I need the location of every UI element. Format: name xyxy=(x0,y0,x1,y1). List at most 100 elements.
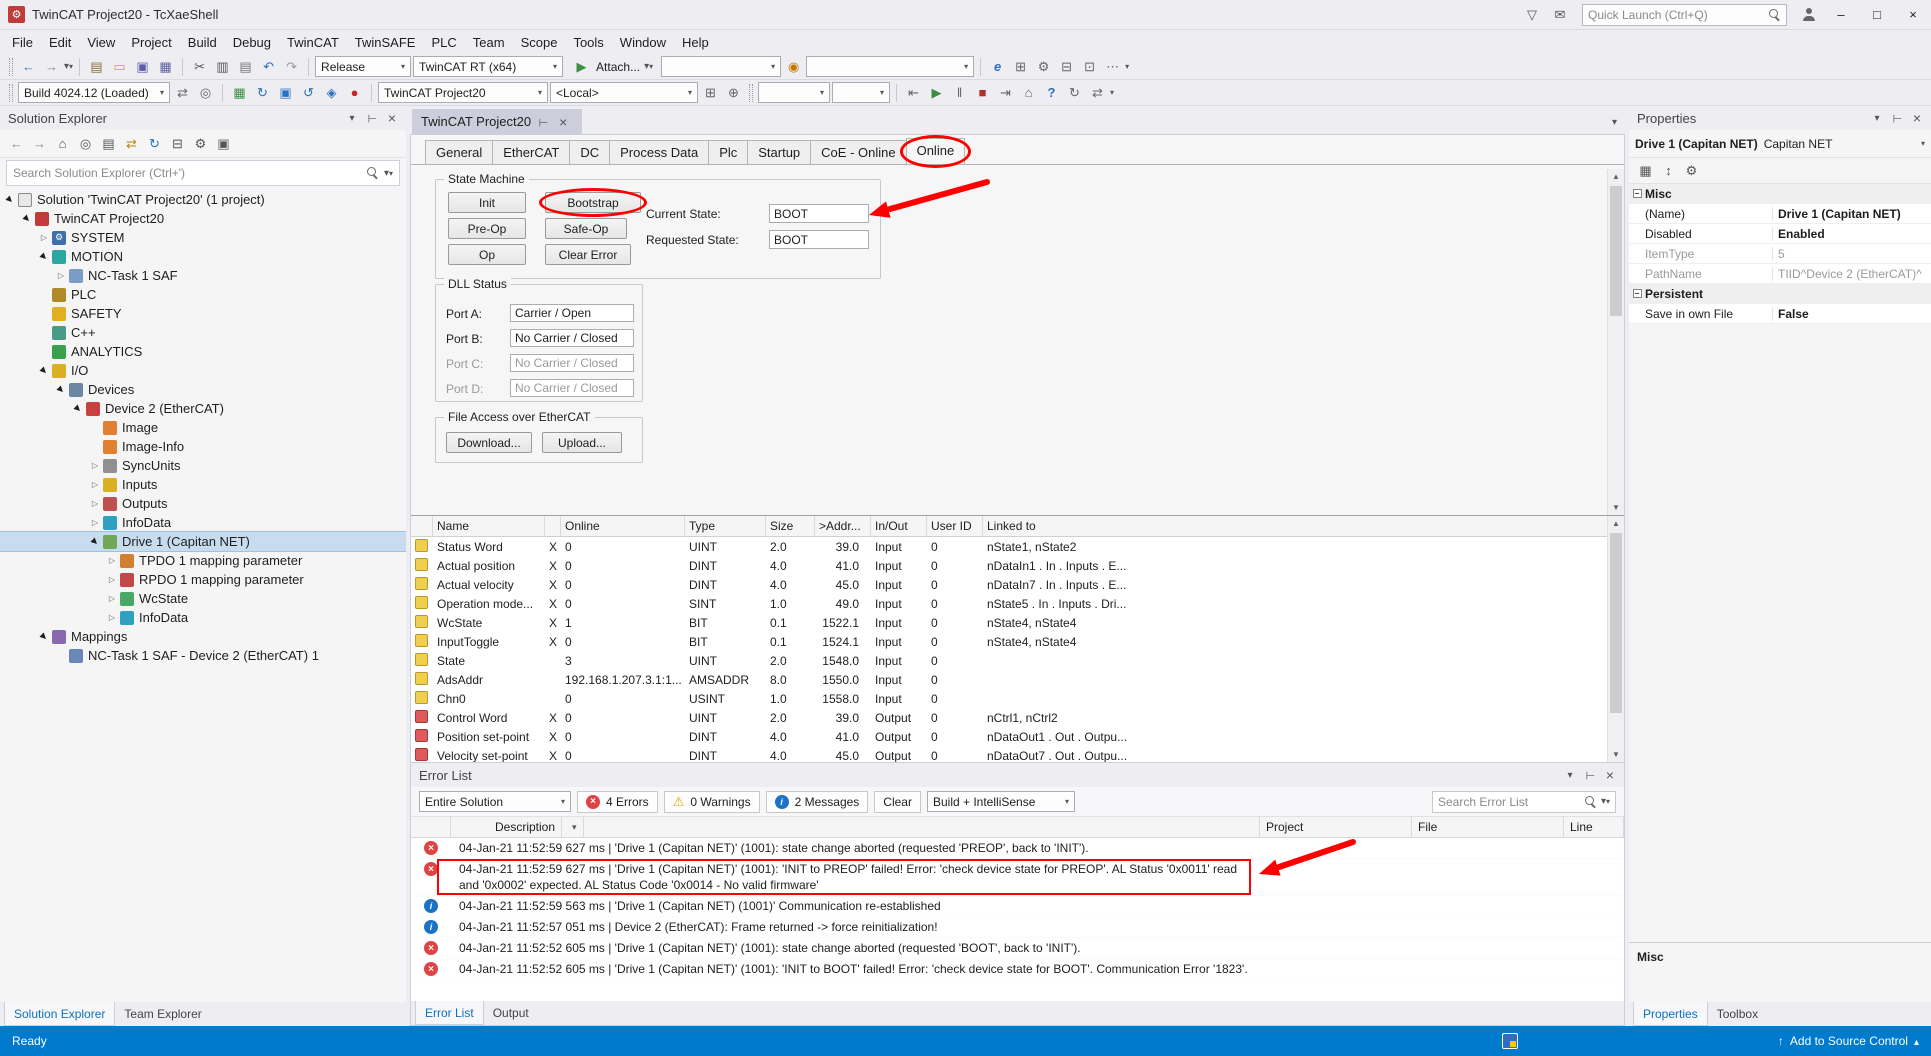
nav-backward-icon[interactable] xyxy=(18,56,39,77)
twincat-mode-status-icon[interactable] xyxy=(1502,1033,1518,1049)
tree-item[interactable]: Drive 1 (Capitan NET) xyxy=(0,532,406,551)
close-icon[interactable] xyxy=(1600,765,1620,785)
pin-icon[interactable] xyxy=(1580,765,1600,785)
expand-twisty-icon[interactable] xyxy=(55,385,67,394)
menu-item[interactable]: Project xyxy=(123,30,179,54)
se-collapse-all-icon[interactable] xyxy=(167,133,188,154)
bootstrap-button[interactable]: Bootstrap xyxy=(545,192,641,213)
debug-target-combo[interactable]: ▾ xyxy=(661,56,781,77)
tree-item[interactable]: InfoData xyxy=(0,513,406,532)
nc-home-icon[interactable] xyxy=(1018,82,1039,103)
nc-step-back-icon[interactable] xyxy=(903,82,924,103)
tree-item[interactable]: TPDO 1 mapping parameter xyxy=(0,551,406,570)
column-header-linked[interactable]: Linked to xyxy=(983,516,1624,536)
messages-filter-button[interactable]: 2 Messages xyxy=(766,791,869,813)
column-header-name[interactable]: Name xyxy=(433,516,545,536)
tree-item[interactable]: Devices xyxy=(0,380,406,399)
notification-icon[interactable] xyxy=(1518,0,1546,29)
device-subtab[interactable]: Plc xyxy=(708,140,748,164)
config-mode-icon[interactable] xyxy=(275,82,296,103)
properties-header[interactable]: Properties xyxy=(1629,106,1931,130)
menu-item[interactable]: Edit xyxy=(41,30,79,54)
error-list-row[interactable]: 04-Jan-21 11:52:59 627 ms | 'Drive 1 (Ca… xyxy=(411,859,1624,896)
nc-pause-icon[interactable] xyxy=(949,82,970,103)
pin-icon[interactable] xyxy=(538,114,552,129)
clear-button[interactable]: Clear xyxy=(874,791,921,813)
current-state-field[interactable]: BOOT xyxy=(769,204,869,223)
scroll-thumb[interactable] xyxy=(1610,186,1622,316)
property-row[interactable]: Persistent xyxy=(1629,284,1931,304)
twincat-project-combo[interactable]: TwinCAT Project20▾ xyxy=(378,82,548,103)
port-b-field[interactable]: No Carrier / Closed xyxy=(510,329,634,347)
close-icon[interactable] xyxy=(559,114,573,130)
device-subtab[interactable]: Startup xyxy=(747,140,811,164)
document-tab[interactable]: TwinCAT Project20 xyxy=(412,109,582,134)
pin-icon[interactable] xyxy=(362,108,382,128)
chevron-down-icon[interactable]: ▾ xyxy=(1601,796,1610,807)
more-options-icon[interactable] xyxy=(1102,56,1123,77)
nc-help-icon[interactable] xyxy=(1041,82,1062,103)
toolbar-overflow-icon[interactable]: ▾ xyxy=(1125,62,1129,71)
port-c-field[interactable]: No Carrier / Closed xyxy=(510,354,634,372)
property-value[interactable]: Drive 1 (Capitan NET) xyxy=(1773,207,1931,221)
se-forward-icon[interactable] xyxy=(29,133,50,154)
expand-twisty-icon[interactable] xyxy=(89,499,101,508)
maximize-button[interactable]: □ xyxy=(1859,0,1895,29)
error-list-row[interactable]: 04-Jan-21 11:52:59 563 ms | 'Drive 1 (Ca… xyxy=(411,896,1624,917)
device-subtab[interactable]: CoE - Online xyxy=(810,140,906,164)
device-subtab[interactable]: Online xyxy=(906,138,966,164)
tree-item[interactable]: Inputs xyxy=(0,475,406,494)
error-list-header[interactable]: Error List xyxy=(411,763,1624,787)
error-list-row[interactable]: 04-Jan-21 11:52:52 605 ms | 'Drive 1 (Ca… xyxy=(411,938,1624,959)
tree-item[interactable]: WcState xyxy=(0,589,406,608)
close-icon[interactable] xyxy=(1907,108,1927,128)
redo-icon[interactable] xyxy=(281,56,302,77)
scroll-down-icon[interactable]: ▼ xyxy=(1608,500,1624,515)
expand-twisty-icon[interactable] xyxy=(106,575,118,584)
scroll-up-icon[interactable]: ▲ xyxy=(1608,516,1624,531)
cut-icon[interactable] xyxy=(189,56,210,77)
tree-item[interactable]: InfoData xyxy=(0,608,406,627)
attach-button[interactable]: Attach... ▾ xyxy=(565,56,659,78)
tree-item[interactable]: Device 2 (EtherCAT) xyxy=(0,399,406,418)
error-scope-combo[interactable]: Entire Solution▾ xyxy=(419,791,571,812)
se-preview-icon[interactable] xyxy=(213,133,234,154)
reload-devices-icon[interactable] xyxy=(298,82,319,103)
menu-item[interactable]: Scope xyxy=(513,30,566,54)
column-header-project[interactable]: Project xyxy=(1260,817,1412,837)
column-header-line[interactable]: Line xyxy=(1564,817,1624,837)
chevron-down-icon[interactable] xyxy=(1560,765,1580,785)
se-back-icon[interactable] xyxy=(6,133,27,154)
init-button[interactable]: Init xyxy=(448,192,526,213)
errors-filter-button[interactable]: 4 Errors xyxy=(577,791,658,813)
port-d-field[interactable]: No Carrier / Closed xyxy=(510,379,634,397)
undo-icon[interactable] xyxy=(258,56,279,77)
copy-icon[interactable] xyxy=(212,56,233,77)
tree-item[interactable]: ANALYTICS xyxy=(0,342,406,361)
se-properties-icon[interactable] xyxy=(190,133,211,154)
expand-twisty-icon[interactable] xyxy=(89,461,101,470)
tree-item[interactable]: PLC xyxy=(0,285,406,304)
property-row[interactable]: (Name) Drive 1 (Capitan NET) xyxy=(1629,204,1931,224)
expand-twisty-icon[interactable] xyxy=(38,252,50,261)
error-filter-combo[interactable]: Build + IntelliSense▾ xyxy=(927,791,1075,812)
menu-item[interactable]: Build xyxy=(180,30,225,54)
restart-twincat-icon[interactable] xyxy=(252,82,273,103)
prop-alpha-icon[interactable] xyxy=(1658,160,1679,181)
expand-twisty-icon[interactable] xyxy=(21,214,33,223)
menu-item[interactable]: Window xyxy=(612,30,674,54)
error-search-box[interactable]: ▾ xyxy=(1432,791,1616,813)
expand-twisty-icon[interactable] xyxy=(38,632,50,641)
property-row[interactable]: Misc xyxy=(1629,184,1931,204)
menu-item[interactable]: File xyxy=(4,30,41,54)
menu-item[interactable]: Debug xyxy=(225,30,279,54)
pin-icon[interactable] xyxy=(1887,108,1907,128)
clear-error-button[interactable]: Clear Error xyxy=(545,244,631,265)
solution-configuration-combo[interactable]: Release▾ xyxy=(315,56,411,77)
tree-item[interactable]: C++ xyxy=(0,323,406,342)
grid-scrollbar[interactable]: ▲ ▼ xyxy=(1607,516,1624,762)
panel-tab[interactable]: Output xyxy=(484,1001,538,1025)
se-sync-icon[interactable] xyxy=(121,133,142,154)
expand-twisty-icon[interactable] xyxy=(38,366,50,375)
expand-twisty-icon[interactable] xyxy=(106,613,118,622)
